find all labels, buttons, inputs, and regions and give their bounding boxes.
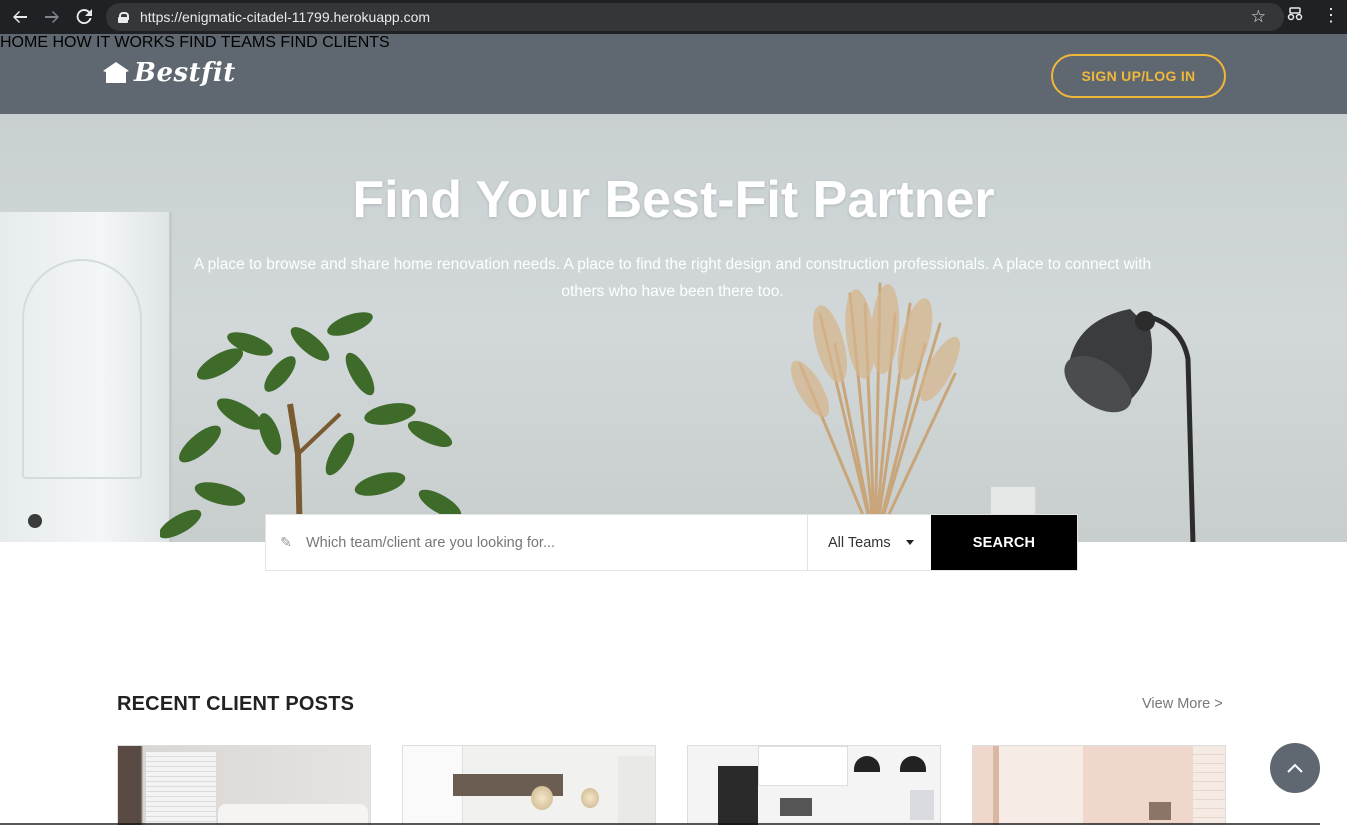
post-card-3-microwave — [780, 798, 812, 816]
category-select-value: All Teams — [828, 534, 891, 551]
post-card-3[interactable] — [687, 745, 941, 825]
nav-home[interactable]: HOME — [0, 34, 48, 51]
pencil-icon: ✎ — [280, 534, 292, 550]
hero-title: Find Your Best-Fit Partner — [352, 171, 995, 229]
post-card-3-pendant-1 — [854, 756, 880, 772]
post-card-1-sofa — [218, 804, 368, 825]
post-card-2-pendant-1 — [531, 786, 553, 810]
post-card-3-pendant-2 — [900, 756, 926, 772]
scroll-to-top-button[interactable] — [1270, 743, 1320, 793]
back-icon[interactable] — [8, 5, 32, 29]
address-bar[interactable]: https://enigmatic-citadel-11799.herokuap… — [106, 3, 1284, 31]
post-card-4-window — [993, 746, 1083, 825]
search-bar: ✎ All Teams SEARCH — [266, 515, 1077, 570]
extension-icon[interactable] — [1287, 7, 1303, 24]
post-card-3-fridge — [718, 766, 758, 825]
logo-text: Bestfit — [134, 58, 236, 88]
nav-find-teams[interactable]: FIND TEAMS — [179, 34, 276, 51]
hero-banner: Find Your Best-Fit Partner A place to br… — [0, 114, 1347, 542]
post-card-2-pendant-2 — [581, 788, 599, 808]
post-card-3-cabinets — [758, 746, 848, 786]
pampas-grass-image — [790, 282, 960, 542]
menu-icon[interactable]: ⋮ — [1322, 6, 1340, 24]
chevron-up-icon — [1287, 763, 1303, 773]
plant-image — [160, 312, 462, 542]
post-card-3-artwork — [910, 790, 934, 820]
lock-icon — [118, 11, 129, 23]
browser-toolbar: https://enigmatic-citadel-11799.herokuap… — [0, 0, 1347, 34]
caret-down-icon — [906, 540, 914, 545]
bookmark-star-icon[interactable]: ☆ — [1251, 7, 1266, 27]
house-logo-icon — [103, 62, 129, 83]
view-more-link[interactable]: View More > — [1142, 696, 1223, 712]
post-card-4[interactable] — [972, 745, 1226, 825]
post-card-4-wall — [1193, 746, 1225, 825]
nav-how-it-works[interactable]: HOW IT WORKS — [52, 34, 174, 51]
category-select[interactable]: All Teams — [807, 515, 931, 570]
reload-icon[interactable] — [72, 5, 96, 29]
door-panel — [22, 259, 142, 479]
hero-subtitle: A place to browse and share home renovat… — [193, 256, 1152, 300]
door-knob — [28, 514, 42, 528]
signup-login-button[interactable]: SIGN UP/LOG IN — [1051, 54, 1226, 98]
site-header: Bestfit HOME HOW IT WORKS FIND TEAMS FIN… — [0, 34, 1347, 114]
address-url[interactable]: https://enigmatic-citadel-11799.herokuap… — [140, 9, 430, 25]
post-card-2-shelves — [618, 756, 655, 825]
search-button[interactable]: SEARCH — [931, 515, 1077, 570]
post-card-1-window — [146, 752, 216, 825]
floor-lamp-image — [1064, 309, 1196, 542]
search-input[interactable] — [306, 515, 806, 570]
post-card-1[interactable] — [117, 745, 371, 825]
nav-find-clients[interactable]: FIND CLIENTS — [280, 34, 389, 51]
logo[interactable]: Bestfit — [102, 58, 236, 88]
post-card-2[interactable] — [402, 745, 656, 825]
forward-icon[interactable] — [40, 5, 64, 29]
section-title: RECENT CLIENT POSTS — [117, 693, 355, 715]
post-card-4-box — [1149, 802, 1171, 820]
